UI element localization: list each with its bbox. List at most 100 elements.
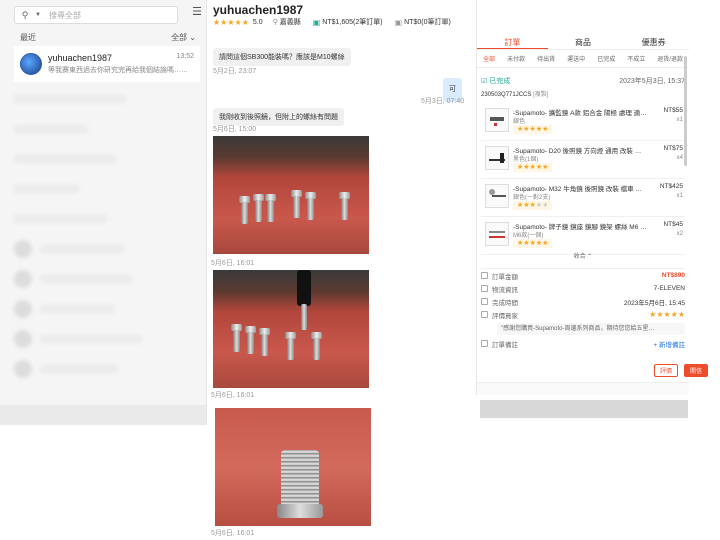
- complete-label: 完成時間: [492, 299, 518, 307]
- item-rating: ★★★★★: [513, 163, 553, 172]
- review-stars: ★★★★★: [649, 310, 685, 319]
- order-items: -Supamoto- 擴監鏡 A款 鋁合金 陽極 處理 適用 黃… 銀色 ★★★…: [481, 103, 685, 255]
- chat-header: yuhuachen1987 ★★★★★ 5.0 ⚲ 嘉義縣 ▣ NT$1,605…: [207, 0, 475, 30]
- receipt-icon: [481, 272, 488, 279]
- product-thumbnail: [485, 108, 509, 132]
- panel-scrollbar[interactable]: [684, 56, 687, 166]
- review-icon: [481, 311, 488, 318]
- item-qty: x1: [676, 117, 683, 123]
- product-thumbnail: [485, 222, 509, 246]
- item-variant: 銀色(一對2支): [513, 195, 551, 201]
- orders-total: NT$1,605(2筆訂單): [322, 19, 383, 26]
- order-id: 23050​3Q771JCCS: [481, 92, 532, 98]
- conversation-sidebar: ⚲ ▼ 搜尋全部 ☰ 最近 全部 ⌄ yuhuachen1987 13:52 等…: [0, 0, 207, 425]
- conversation-time: 13:52: [176, 53, 194, 60]
- order-date: 2023年5月3日, 15:37: [619, 78, 685, 85]
- add-note-link[interactable]: + 新增備註: [653, 339, 685, 349]
- conversation-preview: 等我賽東西過去你研究完再給我個結論嗎……: [48, 67, 188, 74]
- item-name: -Supamoto- 擴監鏡 A款 鋁合金 陽極 處理 適用 黃…: [513, 110, 647, 117]
- review-text: "感謝您購買-Supamoto-周邊系列商品，期待您您給五星…: [497, 323, 685, 335]
- product-thumbnail: [485, 146, 509, 170]
- panel-shadow-strip: [480, 400, 688, 418]
- panel-bottom-bar: [477, 382, 689, 395]
- pending-icon: ▣: [394, 17, 403, 27]
- order-summary: 訂單金額 NT$890 物流資訊 7-ELEVEN 完成時間 2023年5月6日…: [481, 268, 685, 350]
- tab-products[interactable]: 商品: [548, 34, 619, 49]
- truck-icon: [481, 285, 488, 292]
- message-bubble: 請問這個SB300能裝嗎？應該是M10螺絲: [213, 48, 351, 66]
- subtab-shipping[interactable]: 運送中: [567, 54, 585, 67]
- clock-icon: [481, 298, 488, 305]
- message-time: 5月3日, 07:40: [421, 98, 465, 105]
- chevron-down-icon[interactable]: ▼: [35, 12, 41, 18]
- order-status-tabs: 全部 未付款 待出貨 運送中 已完成 不成立 退貨/退款: [477, 54, 689, 68]
- copy-order-id[interactable]: [複製]: [533, 92, 548, 98]
- filter-dropdown[interactable]: 全部 ⌄: [171, 32, 196, 43]
- tab-coupons[interactable]: 優惠券: [618, 34, 689, 49]
- tab-orders[interactable]: 訂單: [477, 34, 548, 49]
- order-item[interactable]: -Supamoto- D20 後照鏡 方向燈 通用 改裝 強彈 金屬… 黑色(1…: [481, 141, 685, 179]
- search-input[interactable]: ⚲ ▼ 搜尋全部: [14, 6, 178, 24]
- item-variant: M6款(一個): [513, 233, 544, 239]
- sidebar-footer: [0, 405, 206, 425]
- recent-label: 最近: [20, 33, 36, 42]
- order-header: ☑ 已完成 2023年5月3日, 15:37 23050​3Q771JCCS […: [481, 76, 685, 98]
- item-qty: x2: [676, 231, 683, 237]
- item-rating: ★★★★★: [513, 201, 553, 210]
- item-rating: ★★★★★: [513, 239, 553, 248]
- total-value: NT$890: [661, 272, 685, 279]
- photo-time: 5月6日, 16:01: [211, 392, 255, 399]
- search-row: ⚲ ▼ 搜尋全部: [14, 4, 200, 26]
- rate-button[interactable]: 評價: [653, 364, 678, 377]
- item-qty: x4: [676, 155, 683, 161]
- subtab-returns[interactable]: 退貨/退款: [657, 54, 683, 67]
- order-status: 已完成: [489, 78, 511, 85]
- orders-pending: NT$0(0筆訂單): [404, 19, 451, 26]
- conversation-name: yuhuachen1987: [48, 53, 113, 63]
- item-variant: 銀色: [513, 119, 526, 125]
- subtab-unpaid[interactable]: 未付款: [507, 54, 525, 67]
- subtab-cancelled[interactable]: 不成立: [627, 54, 645, 67]
- note-icon: [481, 340, 488, 347]
- item-price: NT$45: [663, 221, 683, 228]
- check-icon: ☑: [481, 78, 488, 85]
- order-item[interactable]: -Supamoto- 牌子鏡 鏡座 鏡腳 鏡架 螺絲 M6 M8 M… M6款(…: [481, 217, 685, 255]
- money-icon: ▣: [312, 17, 321, 27]
- complete-value: 2023年5月6日, 15:45: [623, 299, 685, 307]
- message-photo[interactable]: [213, 136, 369, 254]
- rating-value: 5.0: [252, 18, 263, 26]
- message-time: 5月6日, 15:00: [213, 126, 257, 133]
- message-photo[interactable]: [213, 270, 369, 388]
- chat-messages: 請問這個SB300能裝嗎？應該是M10螺絲 5月2日, 23:07 可 5月3日…: [207, 30, 475, 540]
- collapse-button[interactable]: 收合 ⌃: [481, 251, 685, 260]
- blurred-conversation-list: [14, 88, 200, 418]
- photo-time: 5月6日, 16:01: [211, 260, 255, 267]
- item-price: NT$425: [659, 183, 683, 190]
- message-time: 5月2日, 23:07: [213, 68, 257, 75]
- subtab-to-ship[interactable]: 待出貨: [537, 54, 555, 67]
- note-label: 訂單備註: [492, 341, 518, 349]
- product-thumbnail: [485, 184, 509, 208]
- message-photo[interactable]: [215, 408, 371, 526]
- chat-meta: ★★★★★ 5.0 ⚲ 嘉義縣 ▣ NT$1,605(2筆訂單) ▣ NT$0(…: [213, 17, 451, 27]
- order-actions: 評價 開信: [653, 364, 708, 377]
- location-text: 嘉義縣: [279, 19, 301, 26]
- search-placeholder: 搜尋全部: [48, 10, 81, 20]
- subtab-all[interactable]: 全部: [483, 54, 495, 67]
- subtab-completed[interactable]: 已完成: [597, 54, 615, 67]
- list-filter-icon[interactable]: ☰: [192, 5, 202, 18]
- photo-time: 5月6日, 16:01: [211, 530, 255, 537]
- order-item[interactable]: -Supamoto- 擴監鏡 A款 鋁合金 陽極 處理 適用 黃… 銀色 ★★★…: [481, 103, 685, 141]
- item-price: NT$75: [663, 145, 683, 152]
- item-qty: x1: [676, 193, 683, 199]
- logistics-label: 物流資訊: [492, 286, 518, 294]
- total-label: 訂單金額: [492, 273, 518, 281]
- item-price: NT$55: [663, 107, 683, 114]
- order-item[interactable]: -Supamoto- M32 牛角鏡 後照鏡 改裝 檔車 還原 後… 銀色(一對…: [481, 179, 685, 217]
- conversation-item[interactable]: yuhuachen1987 13:52 等我賽東西過去你研究完再給我個結論嗎……: [14, 46, 200, 82]
- panel-tabs: 訂單 商品 優惠券: [477, 34, 689, 50]
- recent-header: 最近 全部 ⌄: [20, 32, 196, 43]
- open-button[interactable]: 開信: [683, 364, 708, 377]
- order-panel: 訂單 商品 優惠券 全部 未付款 待出貨 運送中 已完成 不成立 退貨/退款 ☑…: [476, 0, 689, 395]
- avatar: [20, 53, 42, 75]
